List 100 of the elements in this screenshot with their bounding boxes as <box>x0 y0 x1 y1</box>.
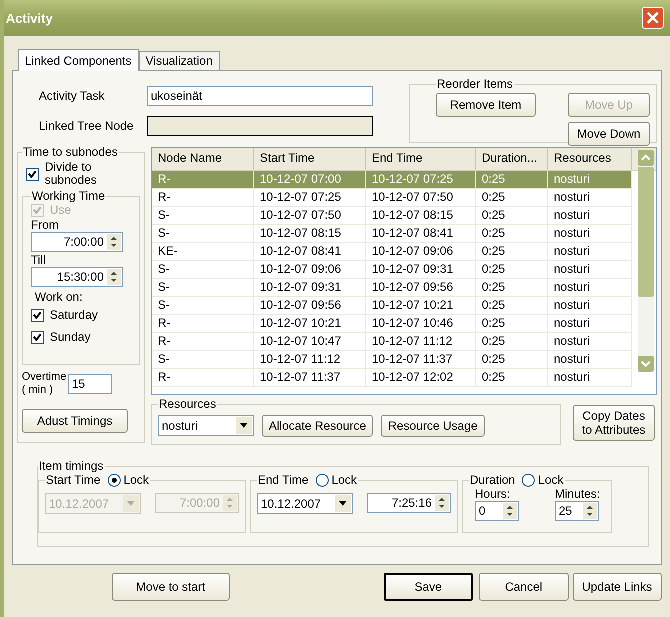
field-label: Work on: <box>34 290 84 304</box>
resource-button[interactable]: Allocate Resource <box>262 414 374 436</box>
table-row[interactable]: KE- 10-12-07 08:41 10-12-07 09:06 0:25 nosturi <box>152 243 632 261</box>
column-header[interactable]: Start Time <box>254 148 366 170</box>
group-title: Start Time <box>46 473 101 487</box>
table-cell: 0:25 <box>476 351 548 368</box>
table-row[interactable]: S- 10-12-07 11:12 10-12-07 11:37 0:25 nosturi <box>152 351 632 369</box>
group-title: Time to subnodes <box>22 145 119 159</box>
table-cell: 10-12-07 11:12 <box>366 333 476 350</box>
adjust-timings-button[interactable]: Adust Timings <box>22 409 128 433</box>
table-row[interactable]: R- 10-12-07 07:25 10-12-07 07:50 0:25 nosturi <box>152 189 632 207</box>
table-cell: KE- <box>152 243 254 260</box>
checkbox[interactable] <box>26 168 39 180</box>
table-cell: R- <box>152 333 254 350</box>
checkbox[interactable] <box>31 330 44 344</box>
table-cell: S- <box>152 279 254 296</box>
table-cell: nosturi <box>548 351 632 368</box>
column-header[interactable]: Duration... <box>476 148 548 170</box>
table-cell: 0:25 <box>476 189 548 206</box>
scroll-thumb[interactable] <box>638 167 654 297</box>
dropdown-button[interactable] <box>236 417 252 434</box>
dialog-button[interactable]: Move to start <box>112 573 230 601</box>
table-cell: 10-12-07 08:41 <box>366 225 476 242</box>
table-cell: 0:25 <box>476 279 548 296</box>
table-cell: 10-12-07 08:15 <box>366 207 476 224</box>
tab[interactable]: Linked Components <box>18 49 139 71</box>
table-cell: 0:25 <box>476 225 548 242</box>
spin-arrows-icon <box>109 270 119 284</box>
table-row[interactable]: S- 10-12-07 09:06 10-12-07 09:31 0:25 nosturi <box>152 261 632 279</box>
table-cell: 10-12-07 09:56 <box>254 297 366 314</box>
checkbox[interactable] <box>31 308 44 322</box>
activity-task-field[interactable]: ukoseinät <box>147 86 373 106</box>
copy-dates-button[interactable]: Copy Dates to Attributes <box>573 405 655 441</box>
table-cell: 10-12-07 09:31 <box>366 261 476 278</box>
table-cell: nosturi <box>548 171 632 188</box>
table-cell: nosturi <box>548 333 632 350</box>
checkbox-label: Sunday <box>50 330 91 344</box>
spin-button[interactable] <box>107 234 121 250</box>
table-row[interactable]: R- 10-12-07 10:47 10-12-07 11:12 0:25 nosturi <box>152 333 632 351</box>
spin-button[interactable] <box>435 495 449 511</box>
table-cell: 10-12-07 09:06 <box>254 261 366 278</box>
dialog-button[interactable]: Cancel <box>479 573 569 601</box>
close-button[interactable] <box>642 7 664 29</box>
table-cell: R- <box>152 369 254 386</box>
reorder-button[interactable]: Remove Item <box>436 93 536 117</box>
table-cell: 10-12-07 07:25 <box>254 189 366 206</box>
chevron-down-icon <box>641 360 651 368</box>
table-row[interactable]: S- 10-12-07 09:31 10-12-07 09:56 0:25 nosturi <box>152 279 632 297</box>
checkbox-label: Saturday <box>50 308 98 322</box>
field-label: Minutes: <box>555 487 600 501</box>
close-icon <box>646 11 660 25</box>
field-label: Linked Tree Node <box>38 119 135 133</box>
group-title: Working Time <box>31 189 106 203</box>
table-cell: 10-12-07 07:00 <box>254 171 366 188</box>
table-cell: 10-12-07 09:31 <box>254 279 366 296</box>
column-header[interactable]: Resources <box>548 148 632 170</box>
radio-label: Lock <box>538 473 564 487</box>
table-cell: 10-12-07 07:50 <box>254 207 366 224</box>
table-cell: 10-12-07 08:41 <box>254 243 366 260</box>
table-cell: nosturi <box>548 297 632 314</box>
dialog-button[interactable]: Update Links <box>572 573 662 601</box>
table-row[interactable]: S- 10-12-07 09:56 10-12-07 10:21 0:25 nosturi <box>152 297 632 315</box>
spin-button[interactable] <box>107 269 121 285</box>
table-cell: 10-12-07 10:46 <box>366 315 476 332</box>
table-row[interactable]: S- 10-12-07 07:50 10-12-07 08:15 0:25 nosturi <box>152 207 632 225</box>
table-row[interactable]: R- 10-12-07 10:21 10-12-07 10:46 0:25 nosturi <box>152 315 632 333</box>
table-row[interactable]: S- 10-12-07 08:15 10-12-07 08:41 0:25 nosturi <box>152 225 632 243</box>
spin-arrows-icon <box>505 504 515 518</box>
table-cell: 10-12-07 07:50 <box>366 189 476 206</box>
table-cell: 10-12-07 10:47 <box>254 333 366 350</box>
column-header[interactable]: Node Name <box>152 148 254 170</box>
table-cell: 10-12-07 08:15 <box>254 225 366 242</box>
table-cell: nosturi <box>548 207 632 224</box>
reorder-button[interactable]: Move Down <box>568 122 650 146</box>
group-title: Resources <box>158 397 218 411</box>
radio-button[interactable] <box>108 474 121 486</box>
radio-button[interactable] <box>522 474 536 486</box>
resource-button[interactable]: Resource Usage <box>381 414 485 436</box>
table-row[interactable]: R- 10-12-07 11:37 10-12-07 12:02 0:25 nosturi <box>152 369 632 387</box>
field-label: Hours: <box>475 487 512 501</box>
table-cell: R- <box>152 171 254 188</box>
dialog-button[interactable]: Save <box>384 573 474 601</box>
table-cell: nosturi <box>548 225 632 242</box>
spin-arrows-icon <box>109 235 119 249</box>
overtime-field[interactable]: 15 <box>68 374 112 394</box>
table-cell: R- <box>152 189 254 206</box>
table-cell: 10-12-07 07:25 <box>366 171 476 188</box>
spin-arrows-icon <box>437 496 447 510</box>
tab[interactable]: Visualization <box>138 51 220 70</box>
table-cell: nosturi <box>548 261 632 278</box>
spin-button[interactable] <box>503 503 517 519</box>
radio-button[interactable] <box>316 474 329 486</box>
table-cell: 10-12-07 10:21 <box>366 297 476 314</box>
scrollbar[interactable] <box>638 150 654 372</box>
column-header[interactable]: End Time <box>366 148 476 170</box>
linked-tree-node-field[interactable] <box>147 116 373 136</box>
spin-button[interactable] <box>583 503 597 519</box>
radio-label: Lock <box>332 473 358 487</box>
dropdown-button[interactable] <box>335 495 351 512</box>
table-cell: 0:25 <box>476 243 548 260</box>
